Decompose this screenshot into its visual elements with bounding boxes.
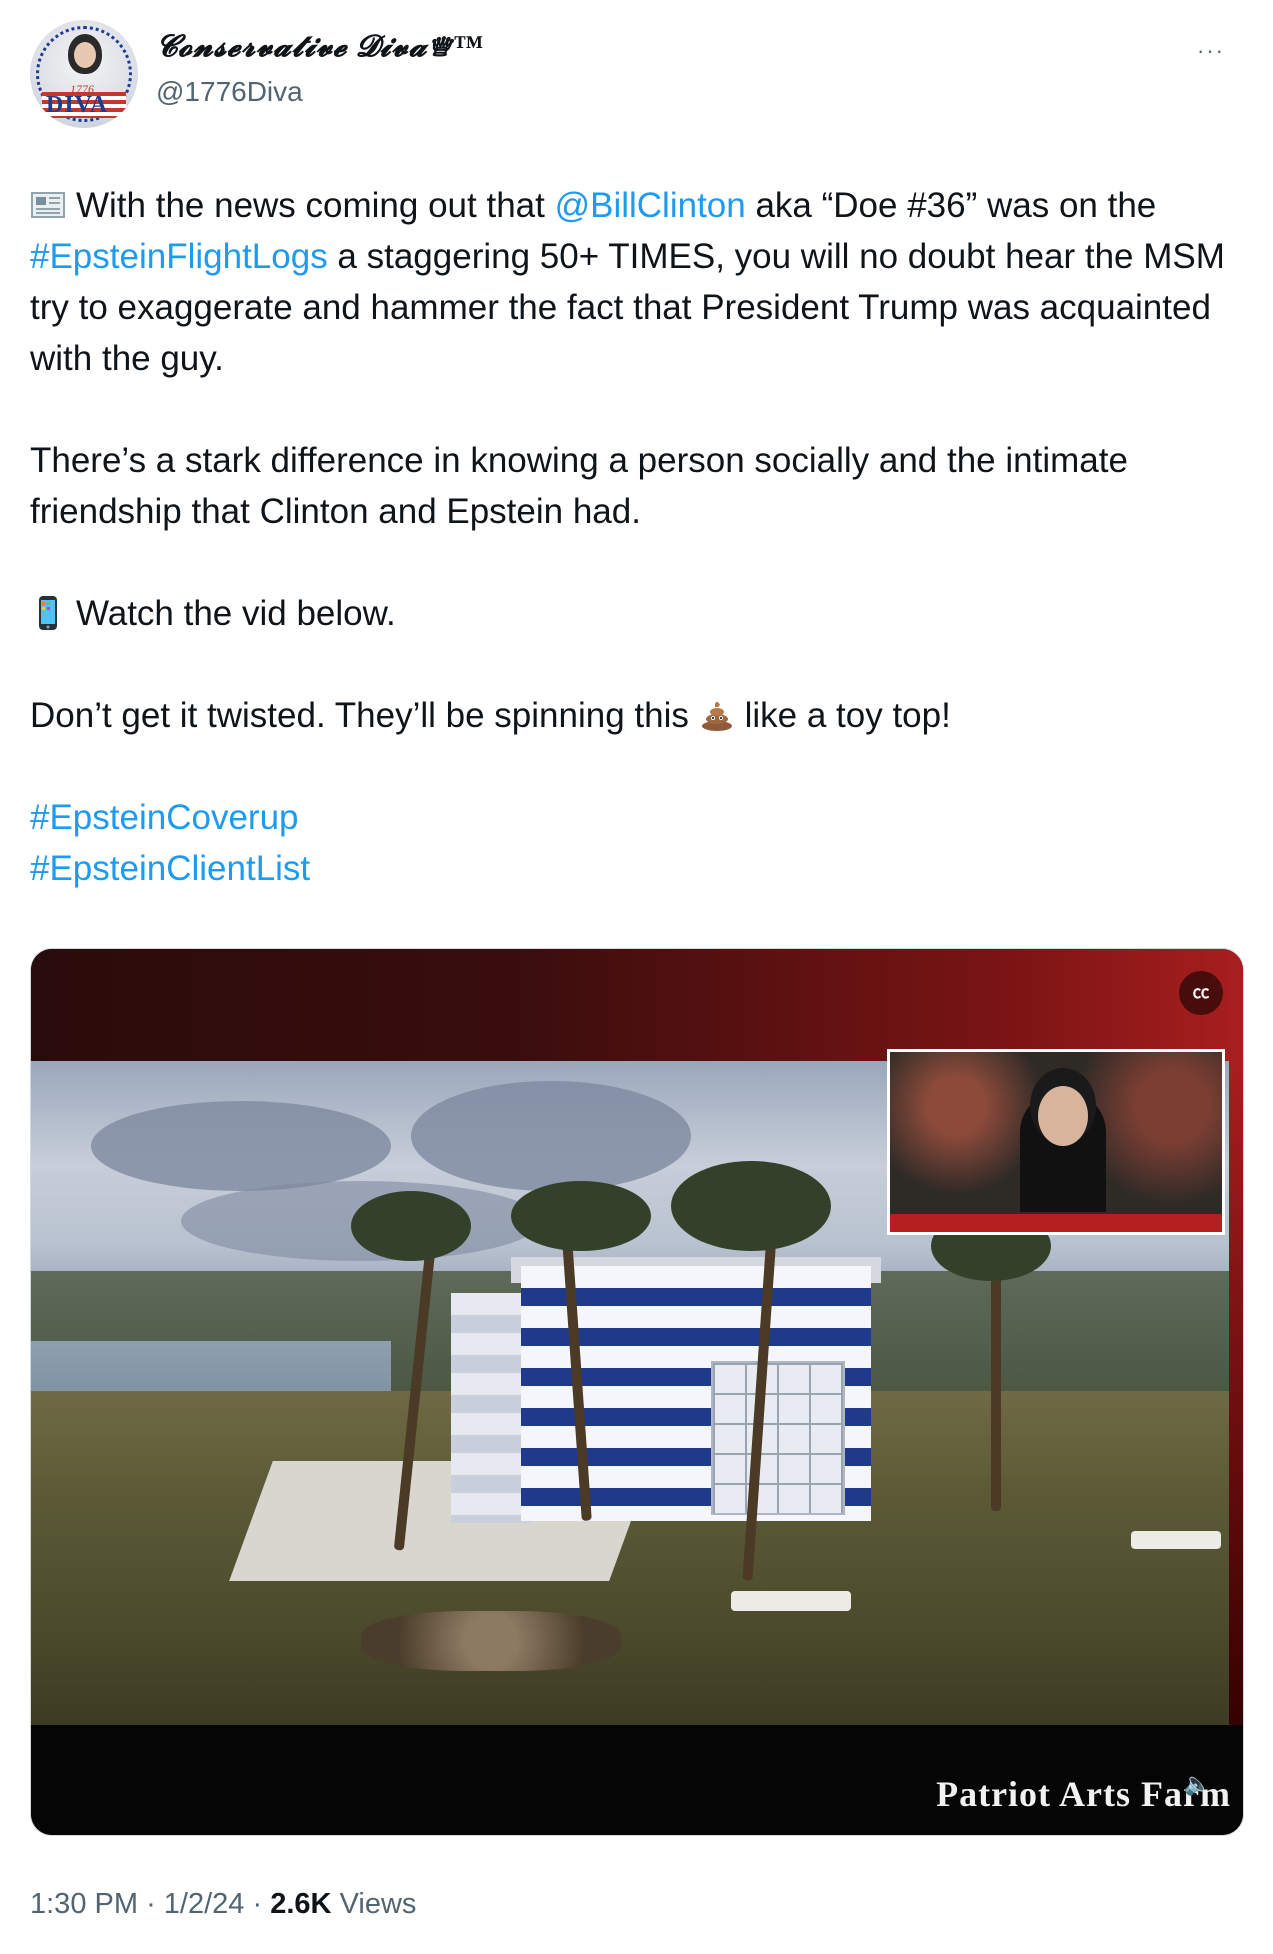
inset-speaker-head	[1038, 1086, 1088, 1146]
video-palm-fronds	[671, 1161, 831, 1251]
video-bench	[731, 1591, 851, 1611]
video-inset-news-clip	[887, 1049, 1225, 1235]
hashtag-link[interactable]: #EpsteinClientList	[30, 849, 310, 888]
author-handle[interactable]: @1776Diva	[156, 76, 303, 108]
tweet-text-segment: like a toy top!	[744, 696, 951, 735]
tweet-text: With the news coming out that @BillClint…	[30, 180, 1245, 894]
video-player[interactable]: ㏄ Patriot Arts Farm 🔈	[30, 948, 1244, 1836]
author-display-name[interactable]: 𝓒𝓸𝓷𝓼𝓮𝓻𝓿𝓪𝓽𝓲𝓿𝓮 𝓓𝓲𝓿𝓪♕™	[156, 30, 483, 64]
mobile-phone-icon	[39, 596, 57, 630]
video-top-band	[31, 949, 1243, 1061]
video-building-side	[451, 1293, 531, 1523]
video-palm-fronds	[351, 1191, 471, 1261]
view-count: 2.6K	[270, 1888, 332, 1920]
inset-news-ticker	[890, 1214, 1222, 1232]
tweet-text-segment: With the news coming out that	[76, 186, 555, 225]
tweet-text-segment: Watch the vid below.	[76, 594, 396, 633]
more-options-button[interactable]: ···	[1197, 38, 1225, 64]
video-right-edge	[1229, 1061, 1243, 1741]
hashtag-link[interactable]: #EpsteinFlightLogs	[30, 237, 328, 276]
author-avatar[interactable]: 1776 DIVA	[30, 20, 138, 128]
views-label: Views	[339, 1888, 417, 1920]
pile-of-poo-icon	[701, 701, 732, 731]
hashtag-line-1: #EpsteinCoverup	[30, 792, 1245, 843]
tweet-text-segment: Don’t get it twisted. They’ll be spinnin…	[30, 696, 699, 735]
meta-separator: ·	[252, 1888, 263, 1920]
captions-off-icon[interactable]: ㏄	[1179, 971, 1223, 1015]
tweet-time[interactable]: 1:30 PM	[30, 1888, 138, 1920]
video-palm-fronds	[511, 1181, 651, 1251]
tweet-date[interactable]: 1/2/24	[164, 1888, 245, 1920]
video-building-doors	[711, 1361, 845, 1515]
tweet-paragraph-4: Don’t get it twisted. They’ll be spinnin…	[30, 690, 1245, 741]
mention-link[interactable]: @BillClinton	[555, 186, 746, 225]
tweet-meta: 1:30 PM · 1/2/24 · 2.6K Views	[30, 1888, 416, 1921]
newspaper-icon	[31, 192, 65, 218]
video-bench	[1131, 1531, 1221, 1549]
hashtag-link[interactable]: #EpsteinCoverup	[30, 798, 299, 837]
video-rocks	[361, 1611, 621, 1671]
avatar-face	[74, 42, 96, 68]
hashtag-line-2: #EpsteinClientList	[30, 843, 1245, 894]
tweet-paragraph-3: Watch the vid below.	[30, 588, 1245, 639]
meta-separator: ·	[146, 1888, 156, 1920]
volume-icon[interactable]: 🔈	[1184, 1771, 1211, 1797]
avatar-diva-text: DIVA	[46, 92, 109, 118]
video-cloud	[411, 1081, 691, 1191]
tweet-paragraph-1: With the news coming out that @BillClint…	[30, 180, 1245, 384]
tweet-header: 1776 DIVA 𝓒𝓸𝓷𝓼𝓮𝓻𝓿𝓪𝓽𝓲𝓿𝓮 𝓓𝓲𝓿𝓪♕™ @1776Diva …	[30, 20, 1243, 128]
tweet-text-segment: aka “Doe #36” was on the	[745, 186, 1157, 225]
tweet-paragraph-2: There’s a stark difference in knowing a …	[30, 441, 1128, 531]
video-cloud	[91, 1101, 391, 1191]
